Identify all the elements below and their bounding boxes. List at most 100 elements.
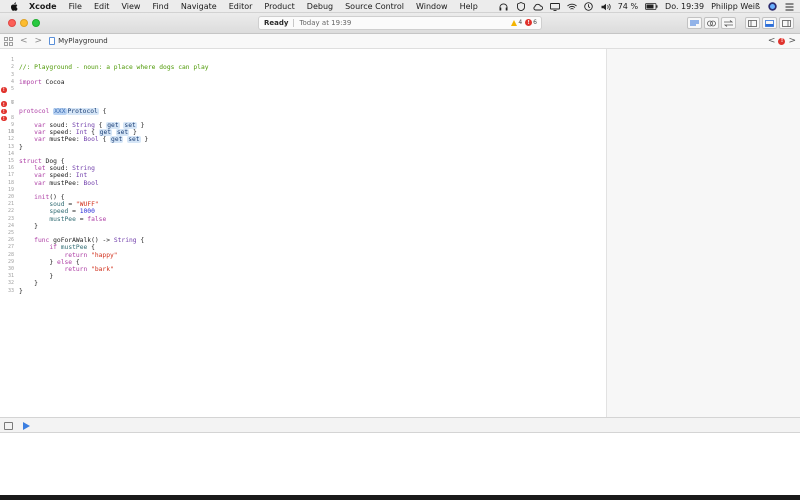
- menu-source-control[interactable]: Source Control: [345, 0, 404, 13]
- breadcrumb-file[interactable]: MyPlayground: [58, 37, 108, 45]
- standard-editor-button[interactable]: [687, 17, 702, 29]
- menu-debug[interactable]: Debug: [307, 0, 333, 13]
- code-line: 20 soud = "WUFF": [0, 187, 606, 208]
- code-line: 7: [0, 93, 606, 106]
- code-line: 12 }: [0, 129, 606, 150]
- code-line: 16 var speed: Int: [0, 158, 606, 179]
- menu-xcode[interactable]: Xcode: [29, 0, 57, 13]
- error-marker-icon[interactable]: !: [1, 108, 7, 115]
- play-icon[interactable]: [23, 422, 30, 430]
- menu-bar: Xcode File Edit View Find Navigate Edito…: [0, 0, 800, 13]
- menu-product[interactable]: Product: [264, 0, 294, 13]
- debug-bar: [0, 417, 800, 433]
- utilities-toggle-button[interactable]: [779, 17, 794, 29]
- cloud-icon[interactable]: [533, 2, 543, 11]
- code-line: 24: [0, 216, 606, 229]
- timemachine-icon[interactable]: [584, 2, 594, 11]
- error-marker-icon[interactable]: !: [1, 87, 7, 93]
- code-line: 22 mustPee = false: [0, 201, 606, 222]
- warning-icon: [511, 19, 518, 26]
- console-area[interactable]: [0, 433, 800, 495]
- code-line: 2: [0, 57, 606, 70]
- headphones-icon[interactable]: [499, 2, 509, 11]
- code-line: 18: [0, 172, 606, 186]
- source-editor[interactable]: 1 //: Playground - noun: a place where d…: [0, 49, 606, 417]
- warnings-count: 4: [518, 19, 523, 26]
- display-icon[interactable]: [549, 2, 560, 11]
- code-line: 1 //: Playground - noun: a place where d…: [0, 50, 606, 71]
- errors-badge[interactable]: ! 6: [525, 19, 537, 26]
- version-editor-button[interactable]: [721, 17, 736, 29]
- menu-navigate[interactable]: Navigate: [181, 0, 217, 13]
- forward-button[interactable]: >: [35, 34, 43, 49]
- code-line: ! 8 var soud: String { get set }: [0, 100, 606, 129]
- wifi-icon[interactable]: [566, 2, 577, 11]
- window-toolbar: Ready Today at 19:39 4 ! 6: [0, 13, 800, 34]
- battery-icon[interactable]: [645, 2, 658, 11]
- apple-menu-icon[interactable]: [9, 1, 19, 11]
- jump-bar: < > MyPlayground < ! >: [0, 34, 800, 49]
- code-line: 15 let soud: String: [0, 151, 606, 172]
- code-line: 3 import Cocoa: [0, 64, 606, 86]
- zoom-window-button[interactable]: [32, 19, 40, 27]
- status-separator: [293, 19, 295, 27]
- error-marker-icon[interactable]: !: [1, 101, 7, 107]
- menu-edit[interactable]: Edit: [94, 0, 110, 13]
- code-line: 26 if mustPee {: [0, 230, 606, 251]
- user-name[interactable]: Philipp Weiß: [711, 2, 760, 11]
- menu-file[interactable]: File: [69, 0, 82, 13]
- debug-area-toggle-button[interactable]: [762, 17, 777, 29]
- code-line: 25 func goForAWalk() -> String {: [0, 223, 606, 244]
- navigator-toggle-button[interactable]: [745, 17, 760, 29]
- punctuation: }: [19, 287, 23, 295]
- code-line: 17 var mustPee: Bool: [0, 165, 606, 186]
- menu-help[interactable]: Help: [460, 0, 478, 13]
- code-line: 32 }: [0, 273, 606, 294]
- activity-viewer: Ready Today at 19:39 4 ! 6: [258, 16, 542, 30]
- playground-file-icon: [49, 37, 56, 45]
- code-line: 31 }: [0, 266, 606, 287]
- shield-icon[interactable]: [516, 2, 526, 11]
- dock-edge: [0, 495, 800, 500]
- code-line: 19 init() {: [0, 180, 606, 201]
- menu-window[interactable]: Window: [416, 0, 448, 13]
- line-number: 33: [7, 287, 14, 294]
- error-marker-icon[interactable]: !: [1, 115, 7, 122]
- menu-editor[interactable]: Editor: [229, 0, 253, 13]
- issue-error-icon[interactable]: !: [778, 37, 786, 45]
- code-line: 13: [0, 136, 606, 150]
- battery-percent[interactable]: 74 %: [618, 2, 638, 11]
- code-line: 5: [0, 79, 606, 92]
- siri-icon[interactable]: [767, 2, 777, 11]
- notification-center-icon[interactable]: [784, 2, 794, 11]
- code-line: 33: [0, 280, 606, 294]
- code-line: 4: [0, 72, 606, 85]
- error-icon: !: [525, 19, 533, 26]
- code-line: ! 6 protocol XXX Protocol {: [0, 86, 606, 115]
- related-items-icon[interactable]: [4, 36, 13, 46]
- code-line: 14 struct Dog {: [0, 144, 606, 165]
- warnings-badge[interactable]: 4: [511, 19, 522, 26]
- code-line: 11: [0, 122, 606, 135]
- status-text: Ready: [264, 19, 289, 27]
- results-sidebar: [606, 49, 800, 417]
- code-line: 29 return "bark": [0, 252, 606, 273]
- code-line: 21 speed = 1000: [0, 194, 606, 215]
- status-time: Today at 19:39: [299, 19, 352, 27]
- minimize-window-button[interactable]: [20, 19, 28, 27]
- code-line: 30 }: [0, 259, 606, 280]
- volume-icon[interactable]: [601, 2, 611, 11]
- menu-find[interactable]: Find: [152, 0, 168, 13]
- code-line: 23 }: [0, 208, 606, 230]
- errors-count: 6: [533, 19, 537, 26]
- next-issue-icon[interactable]: >: [788, 36, 796, 46]
- assistant-editor-button[interactable]: [704, 17, 719, 29]
- code-line: 28 } else {: [0, 244, 606, 266]
- close-window-button[interactable]: [8, 19, 16, 27]
- back-button[interactable]: <: [20, 34, 28, 49]
- previous-issue-icon[interactable]: <: [768, 36, 776, 46]
- code-line: 27 return "happy": [0, 237, 606, 258]
- clock[interactable]: Do. 19:39: [665, 2, 704, 11]
- menu-view[interactable]: View: [121, 0, 140, 13]
- hide-debug-area-icon[interactable]: [4, 422, 13, 430]
